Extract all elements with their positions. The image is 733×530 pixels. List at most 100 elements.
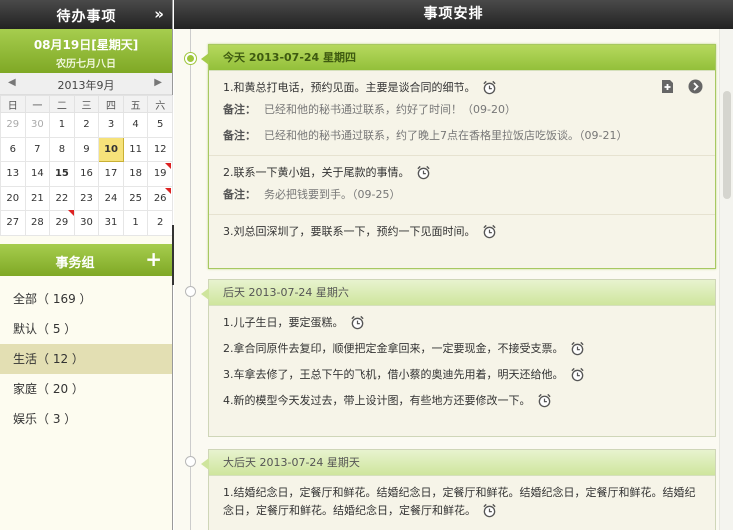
task-item[interactable]: 2.拿合同原件去复印，顺便把定金拿回来，一定要现金，不接受支票。 (209, 332, 715, 358)
alarm-clock-icon[interactable] (482, 80, 497, 95)
task-text: 2.拿合同原件去复印，顺便把定金拿回来，一定要现金，不接受支票。 (223, 342, 564, 355)
alarm-clock-icon[interactable] (350, 315, 365, 330)
calendar-day[interactable]: 16 (73, 161, 100, 187)
note-label: 备注： (223, 188, 256, 201)
calendar-day[interactable]: 2 (73, 112, 100, 138)
calendar-day[interactable]: 20 (0, 185, 26, 211)
schedule-title: 事项安排 (174, 0, 733, 29)
group-item-all[interactable]: 全部（ 169 ） (0, 284, 172, 314)
calendar-day-number: 26 (153, 192, 167, 204)
calendar-day[interactable]: 22 (49, 185, 75, 211)
calendar-day[interactable]: 9 (73, 136, 100, 162)
alarm-clock-icon[interactable] (416, 165, 431, 180)
calendar-week: 13 14 15 16 17 18 19 (0, 161, 173, 187)
calendar-week: 27 28 29 30 31 1 2 (0, 210, 173, 236)
weekday-wed: 三 (73, 95, 100, 113)
day-header: 今天 2013-07-24 星期四 (209, 45, 715, 71)
day-card-today: 今天 2013-07-24 星期四 1.和黄总打电话，预约见面。主要是谈合同的细… (208, 44, 716, 269)
task-item[interactable]: 4.新的模型今天发过去，带上设计图，有些地方还要修改一下。 (209, 384, 715, 410)
calendar-day[interactable]: 12 (147, 136, 173, 162)
weekday-sat: 六 (147, 95, 173, 113)
calendar-week: 20 21 22 23 24 25 26 (0, 185, 173, 211)
task-item[interactable]: 1.结婚纪念日，定餐厅和鲜花。结婚纪念日，定餐厅和鲜花。结婚纪念日，定餐厅和鲜花… (209, 476, 715, 520)
note-label: 备注： (223, 129, 256, 142)
calendar-day[interactable]: 28 (24, 210, 51, 236)
alarm-clock-icon[interactable] (537, 393, 552, 408)
task-note: 备注： 已经和他的秘书通过联系，约了晚上7点在香格里拉饭店吃饭谈。（09-21） (209, 123, 715, 149)
calendar-day[interactable]: 7 (24, 136, 51, 162)
calendar-day-flagged[interactable]: 19 (147, 161, 173, 187)
day-header: 大后天 2013-07-24 星期天 (209, 450, 715, 476)
task-item[interactable]: 2.联系一下黄小姐，关于尾款的事情。 (209, 156, 715, 182)
app: 待办事项 » 08月19日[星期天] 农历七月八日 ◀ 2013年9月 ▶ 日 … (0, 0, 733, 530)
calendar-day[interactable]: 25 (122, 185, 149, 211)
current-date-box: 08月19日[星期天] 农历七月八日 (0, 29, 172, 73)
sidebar-title: 待办事项 (56, 9, 117, 25)
add-group-icon[interactable]: + (145, 247, 162, 271)
task-note: 备注： 已经和他的秘书通过联系，约好了时间！（09-20） (209, 97, 715, 123)
group-item-default[interactable]: 默认（ 5 ） (0, 314, 172, 344)
solar-date: 08月19日[星期天] (33, 38, 139, 52)
event-flag-icon (165, 163, 171, 169)
alarm-clock-icon[interactable] (482, 503, 497, 518)
month-label: 2013年9月 (57, 79, 115, 92)
calendar-day[interactable]: 23 (73, 185, 100, 211)
calendar-day[interactable]: 30 (73, 210, 100, 236)
weekday-sun: 日 (0, 95, 26, 113)
alarm-clock-icon[interactable] (570, 367, 585, 382)
timeline-dot (185, 286, 196, 297)
collapse-icon[interactable]: » (154, 5, 164, 23)
sidebar-header: 待办事项 » (0, 0, 172, 29)
calendar-day[interactable]: 29 (0, 112, 26, 138)
group-item-life[interactable]: 生活（ 12 ） (0, 343, 172, 374)
calendar-day[interactable]: 1 (49, 112, 75, 138)
group-item-family[interactable]: 家庭（ 20 ） (0, 374, 172, 404)
group-item-entertainment[interactable]: 娱乐（ 3 ） (0, 404, 172, 434)
calendar-day[interactable]: 27 (0, 210, 26, 236)
day-card: 大后天 2013-07-24 星期天 1.结婚纪念日，定餐厅和鲜花。结婚纪念日，… (208, 449, 716, 530)
task-item[interactable]: 3.车拿去修了，王总下午的飞机，借小蔡的奥迪先用着，明天还给他。 (209, 358, 715, 384)
mini-calendar: 日 一 二 三 四 五 六 29 30 1 2 3 4 5 6 7 8 9 10… (0, 95, 173, 236)
schedule-panel: 事项安排 今天 2013-07-24 星期四 1.和黄总打电话，预约见面。主要是… (174, 0, 733, 530)
task-note: 备注： 务必把钱要到手。（09-25） (209, 182, 715, 208)
calendar-day[interactable]: 5 (147, 112, 173, 138)
group-list: 全部（ 169 ） 默认（ 5 ） 生活（ 12 ） 家庭（ 20 ） 娱乐（ … (0, 276, 172, 434)
timeline-dot-active (185, 53, 196, 64)
calendar-day[interactable]: 15 (49, 161, 75, 187)
task-item[interactable]: 1.和黄总打电话，预约见面。主要是谈合同的细节。 (209, 71, 715, 97)
day-card: 后天 2013-07-24 星期六 1.儿子生日，要定蛋糕。 2.拿合同原件去复… (208, 279, 716, 437)
calendar-day[interactable]: 17 (98, 161, 124, 187)
calendar-day[interactable]: 2 (147, 210, 173, 236)
calendar-day[interactable]: 31 (98, 210, 124, 236)
calendar-day-flagged[interactable]: 29 (49, 210, 75, 236)
calendar-day[interactable]: 3 (98, 112, 124, 138)
calendar-day[interactable]: 21 (24, 185, 51, 211)
calendar-day[interactable]: 11 (122, 136, 149, 162)
task-item[interactable]: 1.儿子生日，要定蛋糕。 (209, 306, 715, 332)
scrollbar-thumb[interactable] (723, 91, 731, 199)
calendar-day[interactable]: 1 (122, 210, 149, 236)
calendar-day[interactable]: 8 (49, 136, 75, 162)
weekday-fri: 五 (122, 95, 149, 113)
note-text: 务必把钱要到手。（09-25） (264, 188, 401, 201)
calendar-day[interactable]: 18 (122, 161, 149, 187)
alarm-clock-icon[interactable] (570, 341, 585, 356)
calendar-day[interactable]: 14 (24, 161, 51, 187)
calendar-day[interactable]: 4 (122, 112, 149, 138)
note-text: 已经和他的秘书通过联系，约好了时间！（09-20） (264, 103, 516, 116)
weekday-thu: 四 (98, 95, 124, 113)
group-header: 事务组 + (0, 243, 172, 276)
calendar-day-flagged[interactable]: 26 (147, 185, 173, 211)
calendar-day[interactable]: 13 (0, 161, 26, 187)
alarm-clock-icon[interactable] (482, 224, 497, 239)
scrollbar[interactable] (719, 29, 733, 530)
weekday-tue: 二 (49, 95, 75, 113)
task-text: 1.结婚纪念日，定餐厅和鲜花。结婚纪念日，定餐厅和鲜花。结婚纪念日，定餐厅和鲜花… (223, 486, 696, 517)
task-item[interactable]: 3.刘总回深圳了，要联系一下，预约一下见面时间。 (209, 215, 715, 241)
calendar-day-today[interactable]: 10 (98, 136, 124, 162)
task-text: 3.车拿去修了，王总下午的飞机，借小蔡的奥迪先用着，明天还给他。 (223, 368, 564, 381)
calendar-day[interactable]: 30 (24, 112, 51, 138)
calendar-day[interactable]: 24 (98, 185, 124, 211)
next-month-icon[interactable]: ▶ (154, 77, 162, 88)
calendar-day[interactable]: 6 (0, 136, 26, 162)
